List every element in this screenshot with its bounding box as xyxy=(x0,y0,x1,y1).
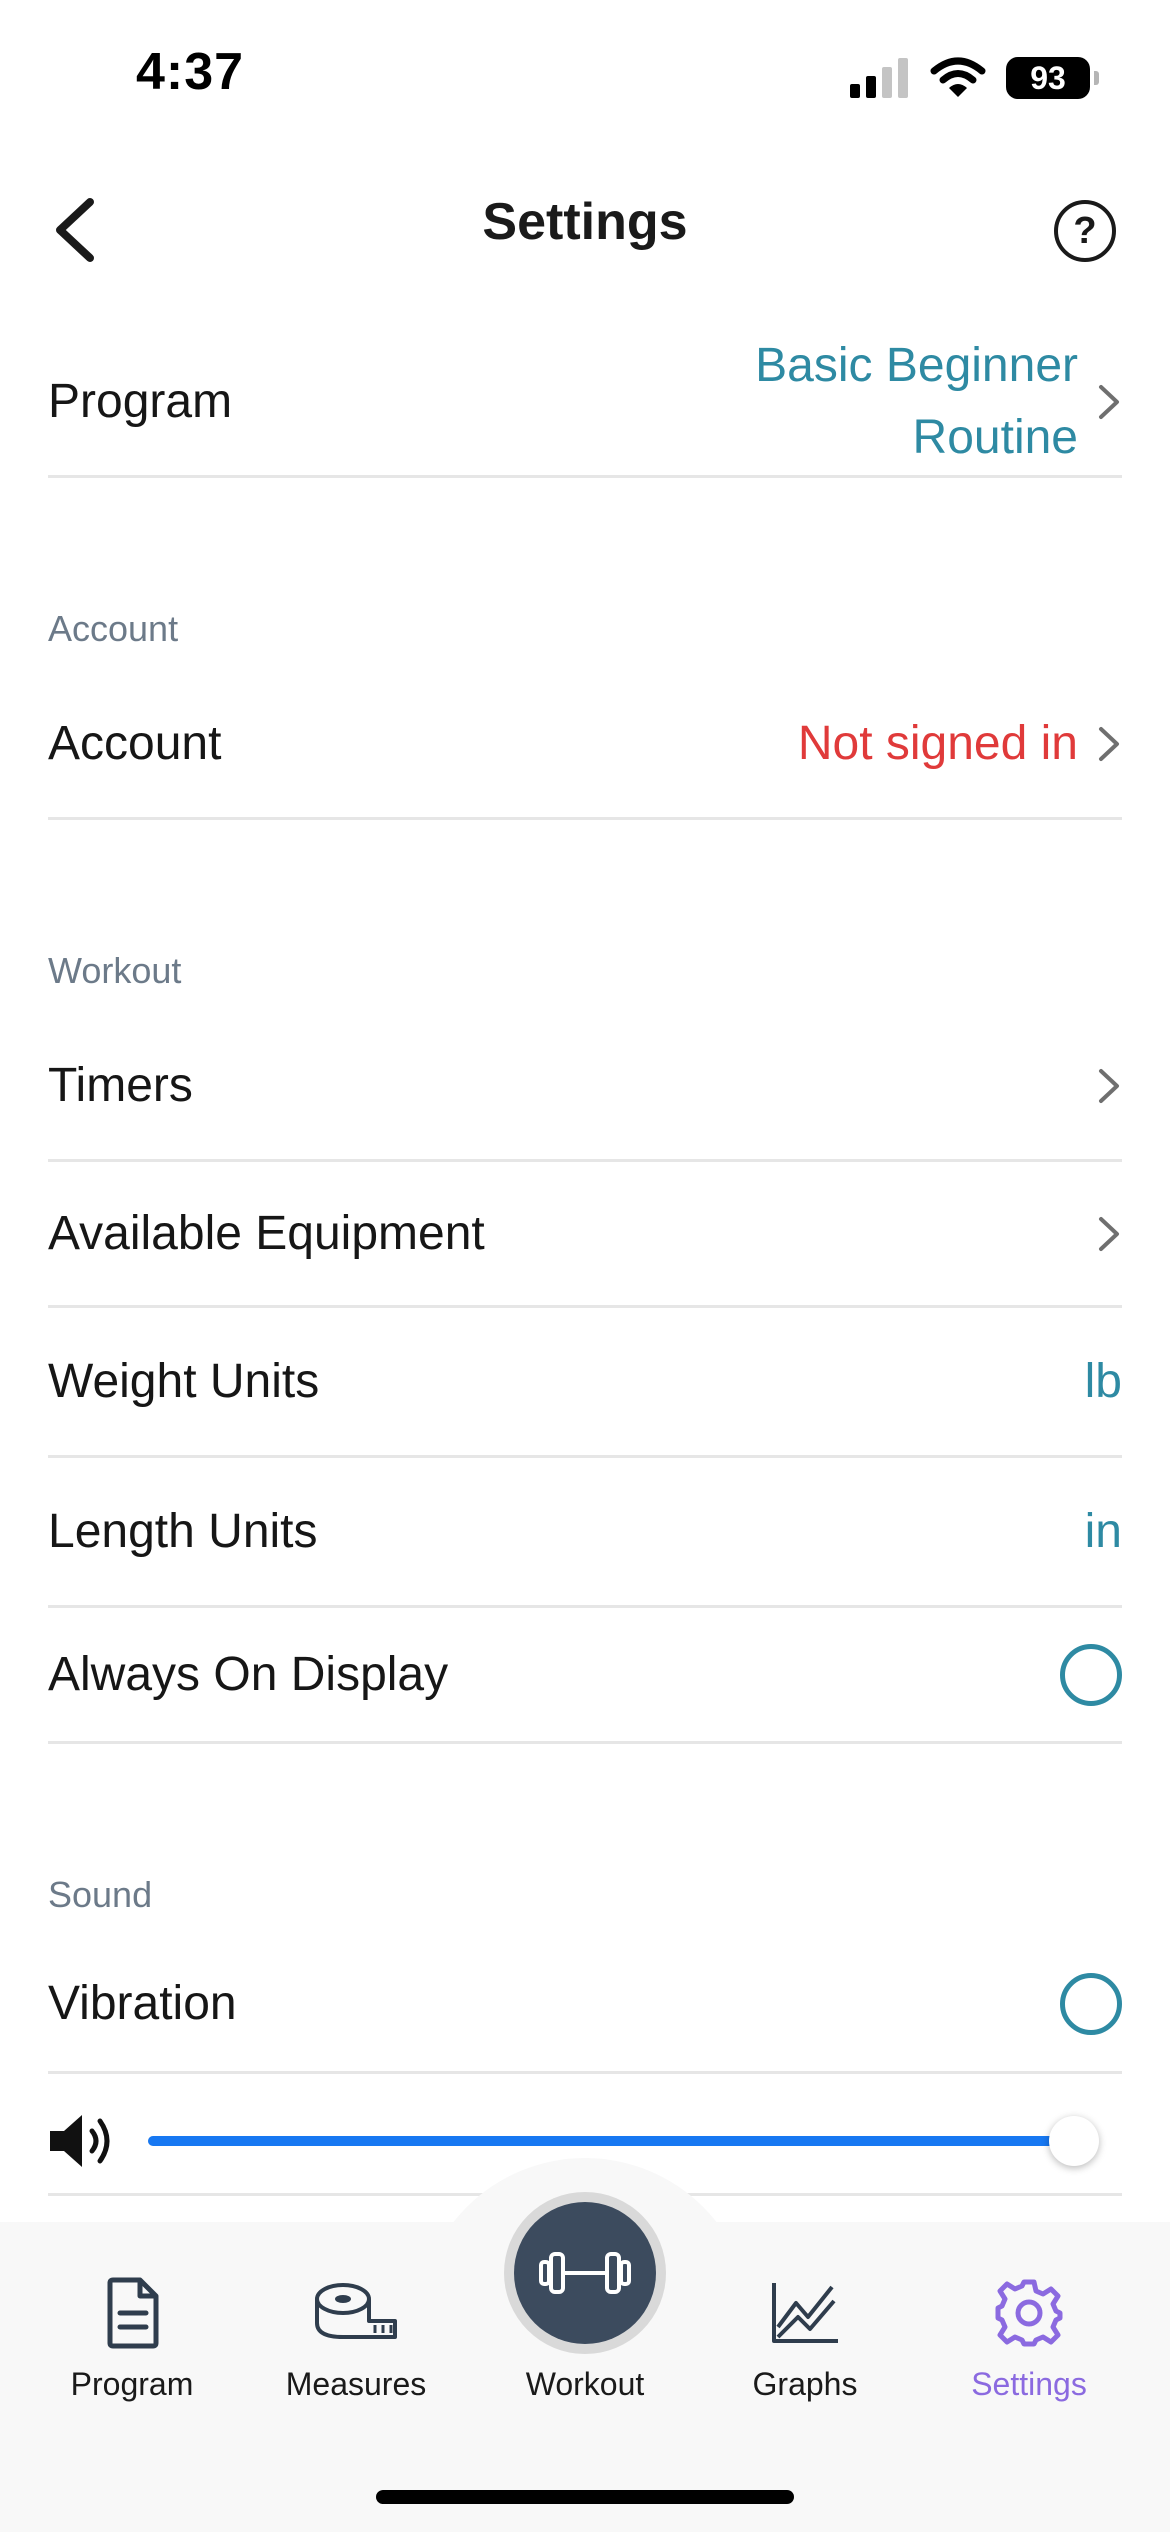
battery-level: 93 xyxy=(1030,59,1066,96)
section-header-workout: Workout xyxy=(48,950,182,991)
speaker-volume-icon xyxy=(48,2111,118,2171)
gear-icon xyxy=(984,2268,1074,2358)
vibration-toggle[interactable] xyxy=(1060,1972,1122,2035)
dumbbell-icon xyxy=(539,2252,631,2294)
length-units-value: in xyxy=(1084,1504,1122,1558)
equipment-row[interactable]: Available Equipment xyxy=(48,1162,1122,1308)
always-on-display-toggle[interactable] xyxy=(1060,1643,1122,1706)
weight-units-row[interactable]: Weight Units lb xyxy=(48,1308,1122,1458)
section-header-account: Account xyxy=(48,608,179,649)
help-button[interactable]: ? xyxy=(1054,200,1116,262)
tab-graphs[interactable]: Graphs xyxy=(705,2268,905,2403)
page-title: Settings xyxy=(482,193,688,251)
account-value-wrap: Not signed in xyxy=(798,708,1122,780)
vibration-label: Vibration xyxy=(48,1977,237,2030)
always-on-display-row[interactable]: Always On Display xyxy=(48,1608,1122,1744)
account-row[interactable]: Account Not signed in xyxy=(48,670,1122,820)
account-status: Not signed in xyxy=(797,716,1078,770)
document-icon xyxy=(87,2268,177,2358)
length-units-label: Length Units xyxy=(48,1505,318,1558)
tab-program[interactable]: Program xyxy=(32,2268,232,2403)
vibration-row[interactable]: Vibration xyxy=(48,1936,1122,2074)
home-indicator xyxy=(376,2490,794,2504)
timers-label: Timers xyxy=(48,1059,193,1112)
question-mark-icon: ? xyxy=(1073,209,1097,252)
chevron-right-icon xyxy=(1096,724,1122,764)
section-header-sound: Sound xyxy=(48,1874,153,1915)
battery-icon: 93 xyxy=(1006,57,1099,99)
program-value-wrap: Basic Beginner Routine xyxy=(678,330,1122,474)
tab-settings[interactable]: Settings xyxy=(929,2268,1129,2403)
tab-label-workout: Workout xyxy=(525,2366,645,2402)
nav-bar: Settings ? xyxy=(0,170,1170,290)
program-label: Program xyxy=(48,375,233,428)
tab-bar: Program Measures Workout Graphs Settings xyxy=(0,2158,1170,2532)
tab-label-settings: Settings xyxy=(971,2366,1087,2402)
tab-label-graphs: Graphs xyxy=(752,2366,858,2402)
tape-measure-icon xyxy=(311,2268,401,2358)
always-on-display-label: Always On Display xyxy=(48,1648,449,1701)
status-time: 4:37 xyxy=(136,43,245,101)
tab-label-measures: Measures xyxy=(285,2366,427,2402)
timers-row[interactable]: Timers xyxy=(48,1012,1122,1162)
volume-slider-thumb[interactable] xyxy=(1049,2115,1099,2166)
program-value: Basic Beginner Routine xyxy=(755,338,1078,464)
cellular-signal-icon xyxy=(850,58,908,98)
status-bar: 4:37 93 xyxy=(0,0,1170,150)
chevron-right-icon xyxy=(1096,382,1122,422)
volume-slider[interactable] xyxy=(148,2115,1099,2166)
tab-measures[interactable]: Measures xyxy=(256,2268,456,2403)
status-icons: 93 xyxy=(850,54,1099,102)
chevron-right-icon xyxy=(1096,1214,1122,1254)
tab-label-program: Program xyxy=(70,2366,194,2402)
weight-units-value: lb xyxy=(1084,1354,1122,1408)
tab-workout[interactable] xyxy=(504,2192,666,2354)
wifi-icon xyxy=(930,57,986,97)
length-units-row[interactable]: Length Units in xyxy=(48,1458,1122,1608)
chevron-right-icon xyxy=(1096,1066,1122,1106)
workout-button[interactable] xyxy=(514,2202,656,2344)
equipment-label: Available Equipment xyxy=(48,1207,485,1260)
volume-slider-fill xyxy=(148,2135,1074,2146)
line-chart-icon xyxy=(760,2268,850,2358)
account-label: Account xyxy=(48,717,222,770)
weight-units-label: Weight Units xyxy=(48,1355,320,1408)
program-row[interactable]: Program Basic Beginner Routine xyxy=(48,328,1122,478)
